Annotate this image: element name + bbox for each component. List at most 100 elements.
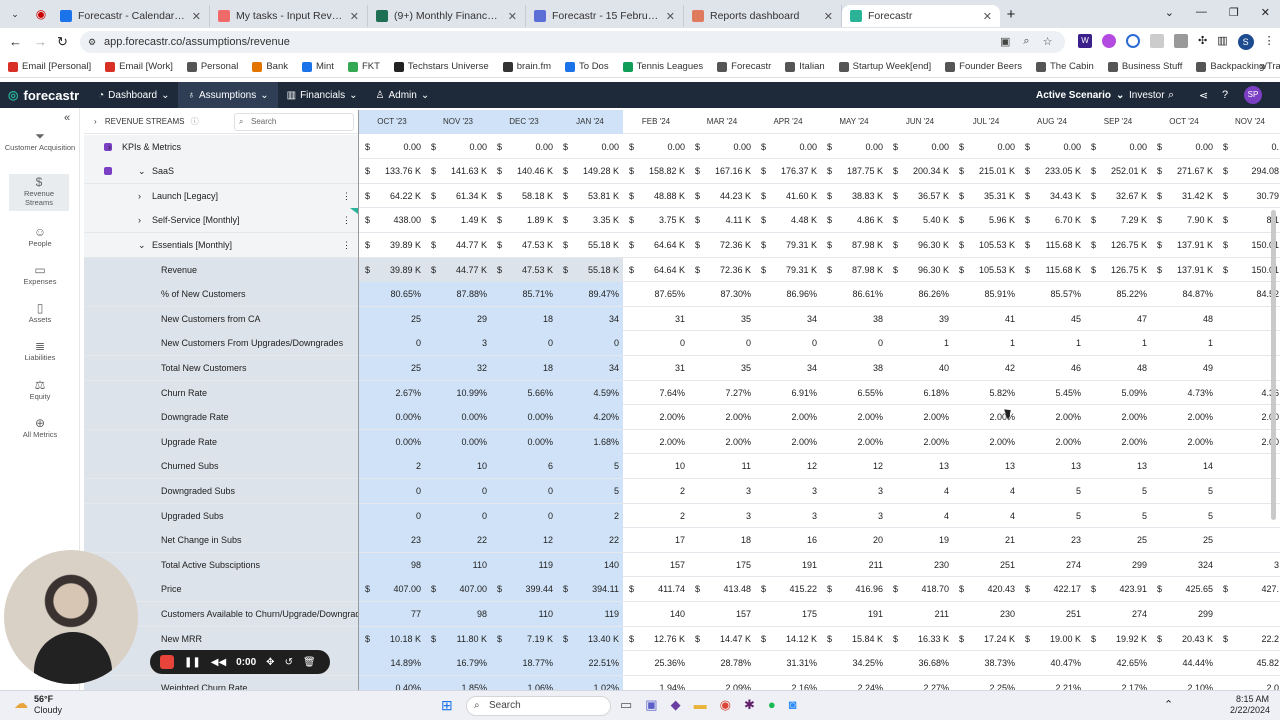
- table-cell[interactable]: $423.91: [1085, 577, 1151, 601]
- table-cell[interactable]: 0: [425, 503, 491, 528]
- table-cell[interactable]: 5: [557, 479, 623, 503]
- table-cell[interactable]: 1: [1085, 331, 1151, 355]
- table-cell[interactable]: $7.90 K: [1151, 208, 1217, 232]
- table-cell[interactable]: $126.75 K: [1085, 258, 1151, 282]
- table-cell[interactable]: $55.18 K: [557, 233, 623, 257]
- table-cell[interactable]: 4.20%: [557, 405, 623, 430]
- table-cell[interactable]: 40: [887, 356, 953, 380]
- chrome-icon[interactable]: ◉: [720, 697, 731, 713]
- bookmark-item[interactable]: To Dos: [565, 61, 609, 72]
- user-avatar[interactable]: SP: [1244, 86, 1262, 104]
- table-row[interactable]: ⌄ Essentials [Monthly] ⋮ $39.89 K $44.77 K $4…: [84, 233, 1280, 258]
- table-cell[interactable]: 38.73%: [953, 651, 1019, 675]
- table-cell[interactable]: 77: [359, 602, 425, 626]
- table-cell[interactable]: $87.98 K: [821, 258, 887, 282]
- table-row[interactable]: › Launch [Legacy] ⋮ $64.22 K $61.34 K $58.18 …: [84, 183, 1280, 209]
- table-cell[interactable]: $0.00: [557, 135, 623, 159]
- nav-assumptions[interactable]: ♁ Assumptions ⌄: [178, 82, 278, 108]
- table-cell[interactable]: 2.00%: [1085, 430, 1151, 454]
- table-cell[interactable]: 140: [557, 552, 623, 577]
- table-cell[interactable]: $0.00: [1151, 135, 1217, 159]
- table-cell[interactable]: $19.00 K: [1019, 627, 1085, 651]
- expand-chevron-icon[interactable]: ⌄: [138, 159, 146, 183]
- forward-icon[interactable]: →: [34, 34, 47, 49]
- app-purple-icon[interactable]: ◆: [671, 697, 681, 713]
- table-cell[interactable]: $0.00: [623, 135, 689, 159]
- stop-record-icon[interactable]: [160, 655, 174, 669]
- table-cell[interactable]: $35.31 K: [953, 184, 1019, 208]
- table-cell[interactable]: 5: [1151, 479, 1217, 503]
- table-cell[interactable]: $34.43 K: [1019, 184, 1085, 208]
- table-row[interactable]: › Self-Service [Monthly] ⋮ $438.00 $1.49 K $1…: [84, 208, 1280, 233]
- table-cell[interactable]: 38: [821, 307, 887, 331]
- table-row[interactable]: Total Active Subsciptions 98 110 119 140 157 1…: [84, 552, 1280, 578]
- table-cell[interactable]: $394.11: [557, 577, 623, 602]
- table-cell[interactable]: 85.57%: [1019, 282, 1085, 306]
- site-info-icon[interactable]: ⚙: [88, 31, 96, 53]
- zoom-app-icon[interactable]: ◙: [789, 697, 797, 713]
- table-cell[interactable]: 7.27%: [689, 381, 755, 405]
- nav-dashboard[interactable]: ◔ Dashboard ⌄: [89, 82, 178, 108]
- table-cell[interactable]: 25: [359, 356, 425, 380]
- table-cell[interactable]: $141.63 K: [425, 159, 491, 183]
- table-cell[interactable]: 2.00%: [623, 405, 689, 429]
- table-cell[interactable]: 18: [491, 356, 557, 380]
- close-tab-icon[interactable]: ✕: [666, 10, 675, 23]
- table-cell[interactable]: 34: [755, 307, 821, 331]
- table-cell[interactable]: 5: [1151, 504, 1217, 528]
- table-cell[interactable]: $149.28 K: [557, 159, 623, 183]
- table-cell[interactable]: 251: [953, 553, 1019, 577]
- help-icon[interactable]: ?: [1222, 89, 1228, 101]
- table-cell[interactable]: $140.46 K: [491, 159, 557, 183]
- table-cell[interactable]: $87.98 K: [821, 233, 887, 257]
- extension-grey-icon[interactable]: [1150, 34, 1164, 48]
- table-cell[interactable]: $420.43: [953, 577, 1019, 601]
- table-cell[interactable]: 6.91%: [755, 381, 821, 405]
- browser-tab[interactable]: (9+) Monthly Finance Playbook ✕: [368, 5, 526, 27]
- close-tab-icon[interactable]: ✕: [508, 10, 517, 23]
- table-cell[interactable]: 14: [1151, 454, 1217, 478]
- table-cell[interactable]: $4.86 K: [821, 208, 887, 232]
- table-cell[interactable]: 0: [491, 503, 557, 528]
- table-cell[interactable]: $39.89 K: [359, 233, 425, 257]
- table-cell[interactable]: 157: [623, 553, 689, 577]
- table-cell[interactable]: $72.36 K: [689, 233, 755, 257]
- table-cell[interactable]: 36.68%: [887, 651, 953, 675]
- table-cell[interactable]: 1: [887, 331, 953, 355]
- row-menu-icon[interactable]: ⋮: [342, 184, 351, 208]
- expand-chevron-icon[interactable]: ›: [138, 208, 141, 232]
- table-cell[interactable]: $6.70 K: [1019, 208, 1085, 232]
- table-cell[interactable]: 2.00%: [887, 405, 953, 429]
- table-cell[interactable]: 87.65%: [623, 282, 689, 306]
- table-cell[interactable]: 2: [359, 454, 425, 479]
- url-field[interactable]: ⚙ app.forecastr.co/assumptions/revenue: [80, 31, 1065, 53]
- table-cell[interactable]: $5.96 K: [953, 208, 1019, 232]
- clock-date[interactable]: 2/22/2024: [1230, 705, 1270, 715]
- table-cell[interactable]: 31: [623, 307, 689, 331]
- table-cell[interactable]: $41.60 K: [755, 184, 821, 208]
- table-cell[interactable]: 2.00%: [1019, 405, 1085, 429]
- table-cell[interactable]: 110: [491, 602, 557, 626]
- table-row[interactable]: › KPIs & Metrics $0.00 $0.00 $0.00 $0.00 $0.00…: [84, 134, 1280, 160]
- table-cell[interactable]: 2.00%: [689, 405, 755, 429]
- bookmark-item[interactable]: Tennis Leagues: [622, 61, 703, 72]
- table-cell[interactable]: 3: [689, 479, 755, 503]
- table-cell[interactable]: 0.00%: [491, 405, 557, 430]
- close-tab-icon[interactable]: ✕: [824, 10, 833, 23]
- extension-globe-icon[interactable]: [1126, 34, 1140, 48]
- table-cell[interactable]: $30.79: [1217, 184, 1280, 208]
- table-cell[interactable]: 6.18%: [887, 381, 953, 405]
- table-cell[interactable]: $115.68 K: [1019, 258, 1085, 282]
- row-menu-icon[interactable]: ⋮: [342, 233, 351, 257]
- table-cell[interactable]: 157: [689, 602, 755, 626]
- table-cell[interactable]: 42.65%: [1085, 651, 1151, 675]
- table-cell[interactable]: $137.91 K: [1151, 233, 1217, 257]
- table-cell[interactable]: $416.96: [821, 577, 887, 601]
- table-cell[interactable]: $47.53 K: [491, 233, 557, 257]
- table-cell[interactable]: $61.34 K: [425, 184, 491, 208]
- browser-tab[interactable]: Forecastr - Calendar - Week of ✕: [52, 5, 210, 27]
- table-cell[interactable]: 1: [953, 331, 1019, 355]
- rail-item[interactable]: ▯ Assets: [0, 302, 80, 324]
- table-cell[interactable]: $0.00: [1019, 135, 1085, 159]
- table-cell[interactable]: $422.17: [1019, 577, 1085, 601]
